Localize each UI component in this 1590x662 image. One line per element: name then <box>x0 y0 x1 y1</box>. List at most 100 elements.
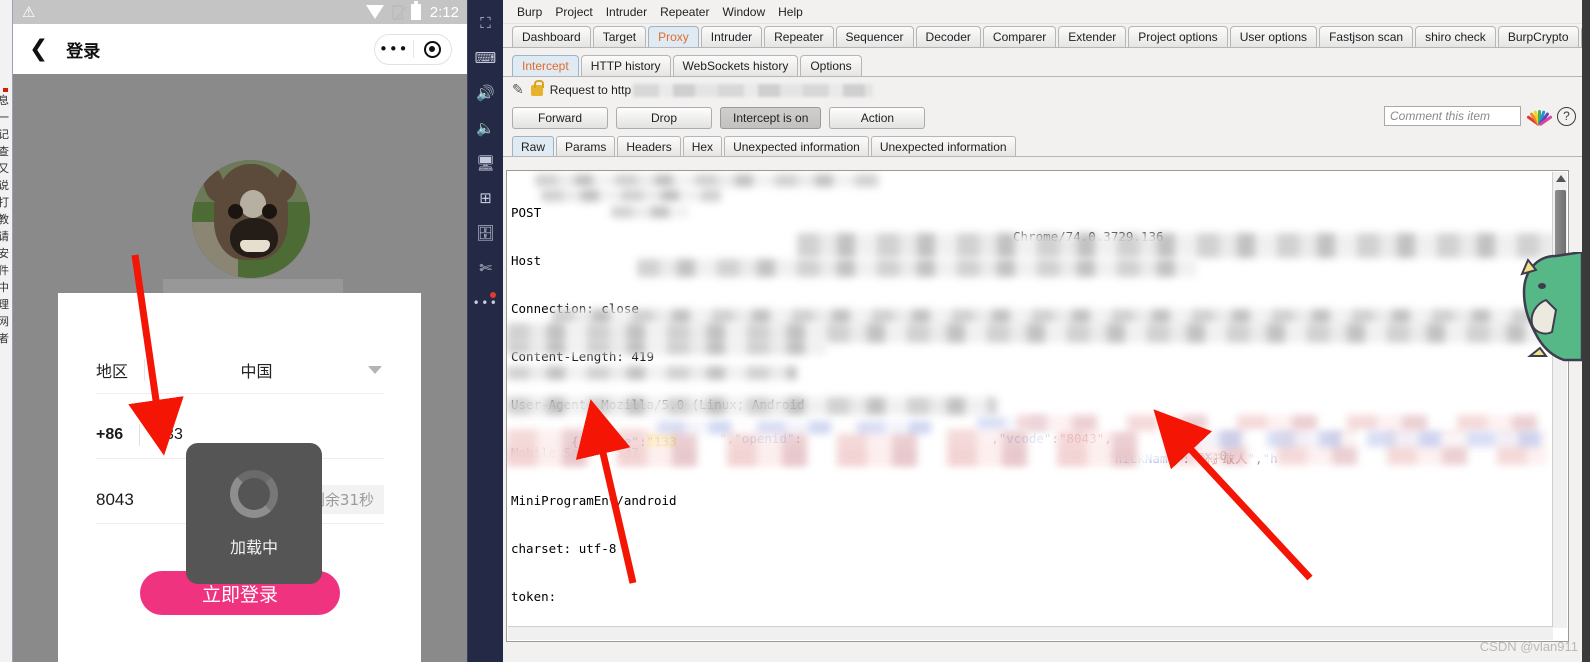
msgtab-raw[interactable]: Raw <box>512 136 555 156</box>
status-clock: 2:12 <box>429 3 459 21</box>
tab-intruder[interactable]: Intruder <box>700 26 763 47</box>
redaction-user-agent <box>797 233 1557 258</box>
question-mark-icon[interactable]: ? <box>1557 106 1576 126</box>
background-window-strip: 息一记查又说打教请安件中理网者 <box>0 0 13 662</box>
tab-decoder[interactable]: Decoder <box>915 26 981 47</box>
tab-burpcrypto[interactable]: BurpCrypto <box>1497 26 1579 47</box>
req-line-charset: charset: utf-8 <box>511 541 617 556</box>
menu-item-burp[interactable]: Burp <box>517 5 542 19</box>
msgtab-unexpected-1[interactable]: Unexpected information <box>724 136 869 156</box>
intercept-button-row: Forward Drop Intercept is on Action Comm… <box>503 103 1590 133</box>
tab-comparer[interactable]: Comparer <box>982 26 1057 47</box>
tab-sequencer[interactable]: Sequencer <box>835 26 914 47</box>
warning-triangle-icon: ⚠ <box>22 2 36 21</box>
tab-project-options[interactable]: Project options <box>1128 26 1228 47</box>
redaction-post-path <box>535 174 880 187</box>
background-window-text: 息一记查又说打教请安件中理网者 <box>0 92 12 347</box>
folder-upload-icon[interactable]: 🗄 <box>468 216 503 250</box>
tab-proxy[interactable]: Proxy <box>648 26 699 47</box>
redaction-body-last <box>507 447 1147 465</box>
phone-input[interactable]: 133 <box>156 426 183 444</box>
editor-vertical-scrollbar[interactable] <box>1552 172 1567 628</box>
loading-toast: 加载中 <box>186 443 322 584</box>
menu-item-intruder[interactable]: Intruder <box>606 5 647 19</box>
message-editor-tab-bar: Raw Params Headers Hex Unexpected inform… <box>503 133 1590 157</box>
pencil-icon[interactable]: ✎ <box>512 82 524 98</box>
screenshot-root: 息一记查又说打教请安件中理网者 ⚠ 2:12 ❮ 登录 ••• <box>0 0 1590 662</box>
tab-shiro-check[interactable]: shiro check <box>1415 26 1496 47</box>
redaction-safari-tail <box>637 259 1197 277</box>
redaction-after-nickname <box>1167 431 1547 447</box>
volume-down-icon[interactable]: 🔈 <box>468 111 503 145</box>
req-line-miniprogramenv: MiniProgramEnv/android <box>511 493 677 508</box>
subtab-intercept[interactable]: Intercept <box>512 55 579 76</box>
keyboard-icon[interactable]: ⌨ <box>468 41 503 75</box>
chevron-down-icon[interactable] <box>368 365 382 374</box>
region-row[interactable]: 地区 中国 <box>96 346 384 394</box>
screen-icon[interactable]: 🖥 <box>468 146 503 180</box>
scroll-up-arrow-icon[interactable] <box>1556 175 1566 182</box>
tab-target[interactable]: Target <box>592 26 647 47</box>
more-options-icon[interactable]: ••• <box>468 286 503 320</box>
subtab-http-history[interactable]: HTTP history <box>580 55 671 76</box>
target-circle-icon[interactable] <box>414 40 452 58</box>
burp-suite-window: Burp Project Intruder Repeater Window He… <box>503 0 1590 662</box>
msgtab-headers[interactable]: Headers <box>617 136 681 156</box>
tab-fastjson-scan[interactable]: Fastjson scan <box>1319 26 1414 47</box>
vcode-input[interactable]: 8043 <box>96 490 134 510</box>
tab-dashboard[interactable]: Dashboard <box>512 26 591 47</box>
window-right-edge <box>1582 0 1590 662</box>
donkey-avatar <box>192 160 310 278</box>
menu-item-project[interactable]: Project <box>555 5 592 19</box>
redaction-connection <box>611 206 689 218</box>
more-dots-icon[interactable]: ••• <box>375 41 413 57</box>
redaction-openid-value <box>657 421 937 434</box>
editor-horizontal-scrollbar[interactable] <box>508 626 1553 640</box>
redaction-body-right <box>1017 415 1547 431</box>
menu-item-help[interactable]: Help <box>778 5 803 19</box>
region-label: 地区 <box>96 361 129 381</box>
tab-repeater[interactable]: Repeater <box>764 26 834 47</box>
rainbow-fan-icon[interactable] <box>1526 107 1553 127</box>
main-tab-bar: Dashboard Target Proxy Intruder Repeater… <box>503 24 1590 48</box>
miniprogram-capsule[interactable]: ••• <box>374 33 452 65</box>
req-line-token: token: <box>511 589 557 604</box>
proxy-sub-tab-bar: Intercept HTTP history WebSockets histor… <box>503 53 1590 77</box>
csdn-watermark: CSDN @vlan911 <box>1479 639 1578 654</box>
request-to-label: Request to http <box>549 83 632 97</box>
app-content: 地区 中国 +86 133 8043 剩余31秒 立即登录 加载中 <box>13 74 467 662</box>
lock-icon <box>530 79 544 96</box>
wifi-icon <box>365 5 384 19</box>
fullscreen-icon[interactable]: ⛶ <box>468 6 503 40</box>
scissors-icon[interactable]: ✄ <box>468 251 503 285</box>
tab-user-options[interactable]: User options <box>1229 26 1318 47</box>
subtab-options[interactable]: Options <box>800 55 862 76</box>
subtab-websockets-history[interactable]: WebSockets history <box>672 55 799 76</box>
battery-icon <box>410 1 421 20</box>
tab-extender[interactable]: Extender <box>1058 26 1127 47</box>
chevron-left-icon[interactable]: ❮ <box>29 37 48 61</box>
volume-up-icon[interactable]: 🔊 <box>468 76 503 110</box>
redaction-content-type-tail <box>507 397 997 415</box>
redaction-above-accept <box>507 366 797 380</box>
redacted-host <box>633 83 874 97</box>
app-nav-bar: ❮ 登录 ••• <box>13 24 467 74</box>
comment-area: Comment this item ? <box>1384 106 1576 127</box>
request-editor[interactable]: POST Host Connection: close Content-Leng… <box>506 170 1569 642</box>
intercept-toggle-button[interactable]: Intercept is on <box>720 107 822 129</box>
menu-item-window[interactable]: Window <box>722 5 765 19</box>
comment-input[interactable]: Comment this item <box>1384 106 1521 126</box>
loading-spinner-icon <box>230 469 278 518</box>
region-value: 中国 <box>240 361 273 381</box>
sim-card-off-icon <box>391 4 403 20</box>
apk-install-icon[interactable]: ⊞ <box>468 181 503 215</box>
msgtab-hex[interactable]: Hex <box>682 136 723 156</box>
emulator-toolbar: ⛶ ⌨ 🔊 🔈 🖥 ⊞ 🗄 ✄ ••• <box>468 0 503 662</box>
drop-button[interactable]: Drop <box>616 107 712 129</box>
menu-item-repeater[interactable]: Repeater <box>660 5 709 19</box>
msgtab-unexpected-2[interactable]: Unexpected information <box>870 136 1016 156</box>
msgtab-params[interactable]: Params <box>556 136 616 156</box>
action-button[interactable]: Action <box>829 107 926 129</box>
android-status-bar: ⚠ 2:12 <box>13 0 467 24</box>
forward-button[interactable]: Forward <box>512 107 608 129</box>
